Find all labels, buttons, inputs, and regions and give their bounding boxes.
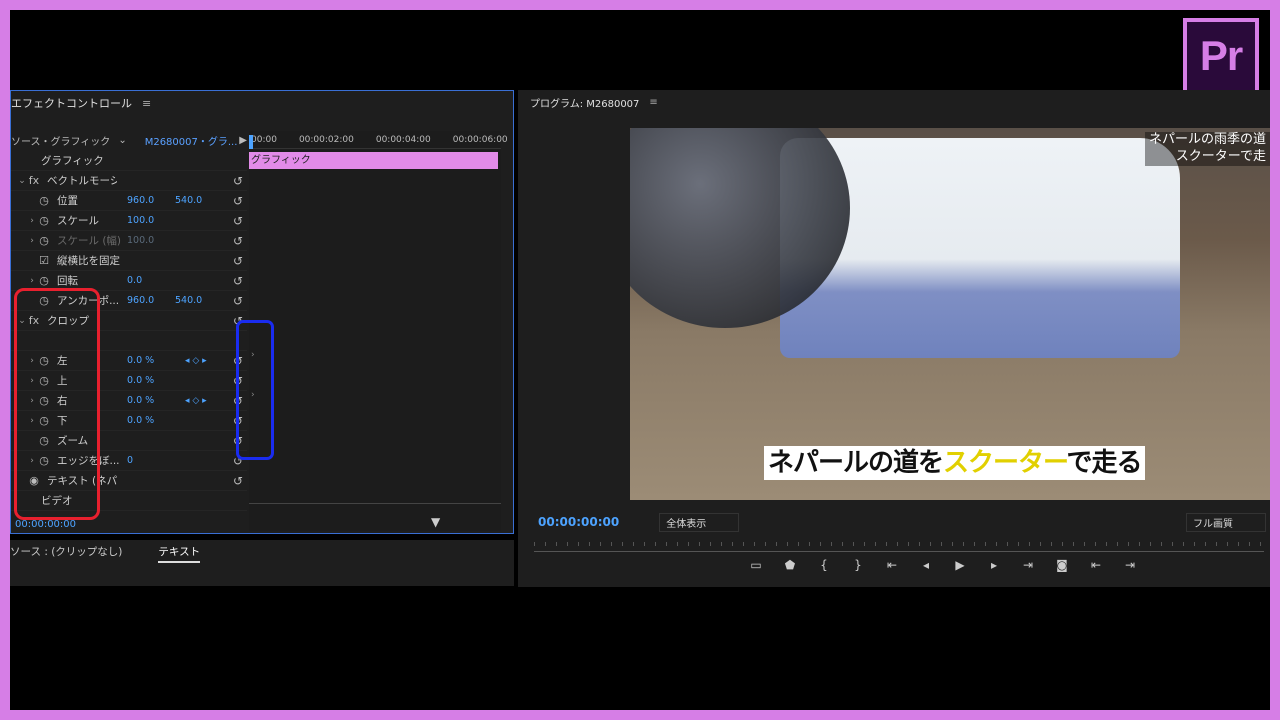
property-row[interactable]: グラフィック [11,151,247,171]
reset-icon[interactable]: ↺ [233,174,243,188]
go-to-out-icon[interactable]: ⇥ [1020,558,1036,572]
property-value[interactable]: 100.0 [127,235,175,246]
property-value[interactable]: 0.0 [127,275,175,286]
reset-icon[interactable]: ↺ [233,274,243,288]
property-value[interactable]: 0.0 % [127,355,175,366]
property-value-2[interactable]: 540.0 [175,195,202,206]
mark-in-icon[interactable]: { [816,558,832,572]
reset-icon[interactable]: ↺ [233,194,243,208]
stopwatch-icon[interactable]: ◷ [37,194,51,208]
marker-icon[interactable]: ⬟ [782,558,798,572]
panel-menu-icon[interactable]: ≡ [649,97,657,108]
monitor-title: プログラム: M2680007 [530,98,640,110]
source-panel: ソース : (クリップなし) テキスト [10,540,514,586]
property-label: ベクトルモーション [47,175,117,187]
scrub-bar[interactable] [534,538,1264,552]
property-value-2[interactable]: 540.0 [175,295,202,306]
stopwatch-icon[interactable]: ☑ [37,254,51,268]
keyframe-nav-icon[interactable]: ◂ ◇ ▸ [185,396,207,406]
reset-icon[interactable]: ↺ [233,234,243,248]
property-value[interactable]: 0.0 % [127,395,175,406]
step-forward-icon[interactable]: ▸ [986,558,1002,572]
property-row[interactable]: ◷ 位置 960.0 540.0 ↺ [11,191,247,211]
time-ruler[interactable]: 00:00 00:00:02:00 00:00:04:00 00:00:06:0… [249,131,508,149]
panel-menu-icon[interactable]: ≡ [142,97,151,110]
zoom-select[interactable]: 全体表示 [659,512,740,532]
source-selector[interactable]: ソース・グラフィック ⌄ M2680007・グラ... ▶ [11,131,247,149]
reset-icon[interactable]: ↺ [233,294,243,308]
timeline-scrollbar[interactable] [249,503,501,509]
graphic-clip[interactable]: グラフィック [249,152,498,169]
play-icon[interactable]: ▶ [239,135,247,146]
twirl-icon[interactable]: › [27,276,37,286]
property-row[interactable]: › ◷ スケール 100.0 ↺ [11,211,247,231]
lift-icon[interactable]: ⇤ [1088,558,1104,572]
stopwatch-icon[interactable]: ◷ [37,234,51,248]
property-value[interactable]: 0.0 % [127,375,175,386]
tab-text[interactable]: テキスト [158,544,201,563]
panel-title: エフェクトコントロール [11,97,132,110]
mark-out-icon[interactable]: } [850,558,866,572]
caption-top: ネパールの雨季の道 スクーターで走 [1144,132,1270,166]
red-highlight-box [14,288,100,520]
extract-icon[interactable]: ⇥ [1122,558,1138,572]
transport-controls: ▭ ⬟ { } ⇤ ◂ ▶ ▸ ⇥ ◙ ⇤ ⇥ [748,558,1138,572]
property-row[interactable]: ☑ 縦横比を固定 ↺ [11,251,247,271]
reset-icon[interactable]: ↺ [233,214,243,228]
property-value[interactable]: 0 [127,455,175,466]
app-frame: Pr エフェクトコントロール ≡ ソース・グラフィック ⌄ M2680007・グ… [10,10,1270,710]
chevron-down-icon[interactable]: ⌄ [118,135,126,146]
go-to-in-icon[interactable]: ⇤ [884,558,900,572]
reset-icon[interactable]: ↺ [233,254,243,268]
camera-icon[interactable]: ◙ [1054,558,1070,572]
reset-icon[interactable]: ↺ [233,474,243,488]
safe-margins-icon[interactable]: ▭ [748,558,764,572]
quality-select[interactable]: フル画質 [1186,512,1266,532]
playhead[interactable] [249,135,253,149]
subtitle-caption[interactable]: ネパールの道をスクーターで走る [764,446,1146,480]
keyframe-nav-icon[interactable]: ◂ ◇ ▸ [185,356,207,366]
stopwatch-icon[interactable]: ◷ [37,214,51,228]
twirl-icon[interactable]: › [27,216,37,226]
property-label: スケール [57,215,99,227]
property-value[interactable]: 960.0 [127,195,175,206]
video-frame: ネパールの雨季の道 スクーターで走 ネパールの道をスクーターで走る [630,128,1270,500]
program-monitor: プログラム: M2680007 ≡ ネパールの雨季の道 スクーターで走 ネパール… [518,90,1270,587]
step-back-icon[interactable]: ◂ [918,558,934,572]
property-label: スケール (幅) [57,235,122,247]
property-value[interactable]: 0.0 % [127,415,175,426]
twirl-icon[interactable]: ⌄ [17,176,27,186]
premiere-logo: Pr [1183,18,1259,94]
property-value[interactable]: 100.0 [127,215,175,226]
filter-icon[interactable]: ▼ [431,515,440,529]
effect-timeline[interactable]: 00:00 00:00:02:00 00:00:04:00 00:00:06:0… [249,131,508,531]
tab-source[interactable]: ソース : (クリップなし) [10,544,122,563]
property-label: グラフィック [41,155,104,167]
property-row[interactable]: › ◷ スケール (幅) 100.0 ↺ [11,231,247,251]
play-icon[interactable]: ▶ [952,558,968,572]
timecode: 00:00:00:00 [15,519,77,530]
property-label: 回転 [57,275,78,287]
stopwatch-icon[interactable] [21,154,35,168]
program-timecode[interactable]: 00:00:00:00 [538,515,619,529]
stopwatch-icon[interactable]: fx [27,174,41,188]
stopwatch-icon[interactable]: ◷ [37,274,51,288]
property-row[interactable]: ⌄fx ベクトルモーション ↺ [11,171,247,191]
blue-highlight-box [236,320,274,460]
property-value[interactable]: 960.0 [127,295,175,306]
property-label: 縦横比を固定 [57,255,120,267]
property-label: 位置 [57,195,78,207]
twirl-icon[interactable]: › [27,236,37,246]
